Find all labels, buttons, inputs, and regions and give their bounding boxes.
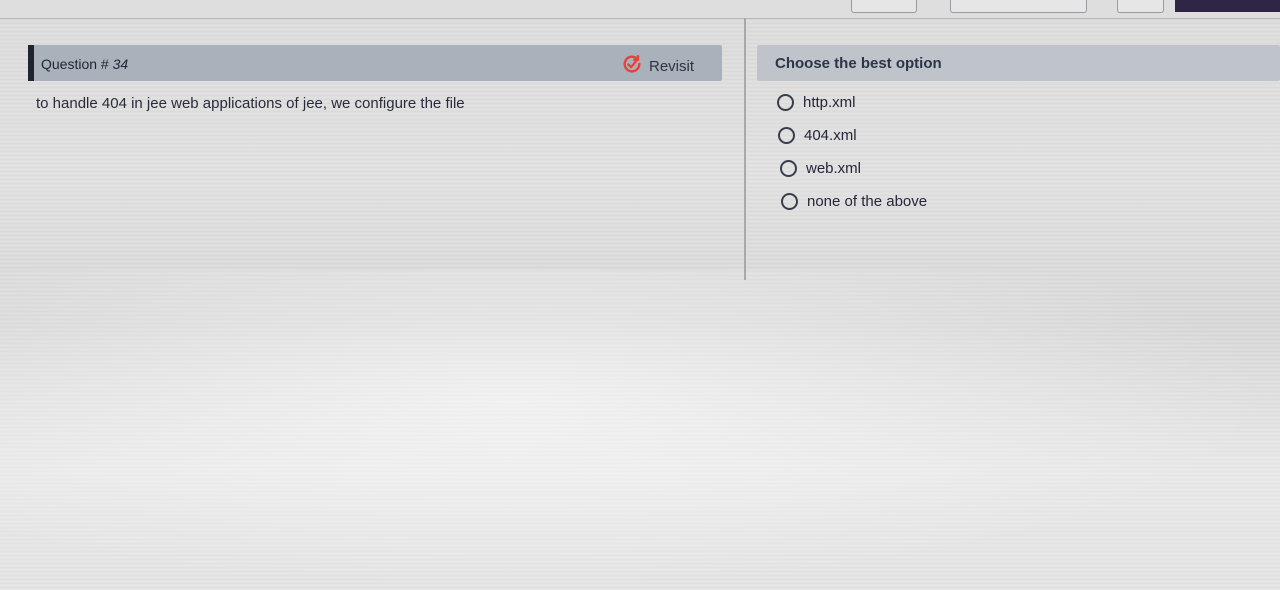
option-label: http.xml	[803, 94, 856, 111]
nav-number-cropped[interactable]	[474, 0, 498, 6]
radio-icon[interactable]	[781, 193, 798, 210]
option-label: none of the above	[807, 193, 928, 210]
question-title-prefix: Question #	[41, 56, 113, 72]
nav-dark-block	[1175, 0, 1280, 12]
radio-icon[interactable]	[778, 127, 795, 144]
answer-header-label: Choose the best option	[775, 55, 942, 72]
answer-panel: Choose the best option http.xml 404.xml …	[757, 45, 1280, 285]
radio-icon[interactable]	[777, 94, 794, 111]
option-none-of-the-above[interactable]: none of the above	[781, 193, 927, 210]
revisit-button[interactable]: Revisit	[621, 53, 694, 79]
panel-divider	[744, 18, 746, 280]
radio-icon[interactable]	[780, 160, 797, 177]
question-panel: Question # 34 Revisit to handle 404 in j…	[20, 18, 738, 280]
option-label: 404.xml	[804, 127, 857, 144]
option-web-xml[interactable]: web.xml	[780, 160, 861, 177]
question-header: Question # 34 Revisit	[28, 45, 722, 81]
nav-tab-cropped[interactable]	[1117, 0, 1164, 13]
revisit-label: Revisit	[648, 57, 694, 75]
answer-header: Choose the best option	[757, 45, 1280, 81]
option-404-xml[interactable]: 404.xml	[778, 127, 857, 144]
question-nav-bar	[0, 0, 1280, 19]
question-number: 34	[112, 56, 129, 72]
question-accent-bar	[28, 45, 34, 81]
question-title: Question # 34	[41, 56, 128, 72]
nav-tab-cropped[interactable]	[950, 0, 1087, 13]
nav-tab-cropped[interactable]	[851, 0, 917, 13]
option-label: web.xml	[806, 160, 862, 177]
question-text: to handle 404 in jee web applications of…	[36, 95, 465, 112]
revisit-icon	[621, 53, 643, 79]
option-http-xml[interactable]: http.xml	[777, 94, 856, 111]
